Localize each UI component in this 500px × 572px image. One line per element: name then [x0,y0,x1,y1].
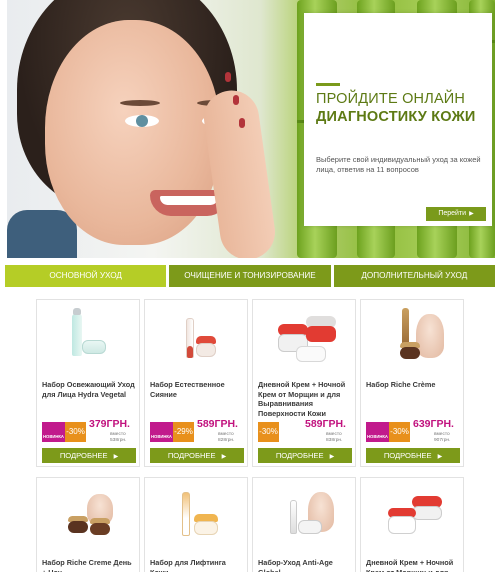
product-image [366,484,458,546]
product-card[interactable]: Дневной Крем + Ночной Крем от Морщин и д… [252,299,356,467]
promo-title: Пройдите онлайн диагностику кожи [316,90,488,126]
arrow-right-icon: ▶ [469,211,474,217]
product-price: 589ГРН. [197,418,238,430]
product-name: Набор Освежающий Уход для Лица Hydra Veg… [42,380,135,399]
product-card[interactable]: Набор Riche Creme День + Ноч... [36,477,140,572]
promo-title-line2: диагностику кожи [316,109,476,125]
details-label: ПОДРОБНЕЕ [383,451,432,460]
product-name: Дневной Крем + Ночной Крем от Морщин и д… [258,380,346,418]
product-image [258,484,350,546]
tab-basic-care[interactable]: Основной уход [5,265,167,287]
old-price: 538грн. [110,438,127,443]
go-button-label: Перейти [438,210,467,217]
new-badge: НОВИНКА [42,422,65,442]
arrow-right-icon: ▶ [437,454,443,460]
product-price: 639ГРН. [413,418,454,430]
product-card[interactable]: Набор-Уход Anti-Age Global [252,477,356,572]
model-photo [7,0,277,258]
tab-additional-care[interactable]: Дополнительный уход [333,265,495,287]
product-price: 589ГРН. [305,418,346,430]
new-badge: НОВИНКА [366,422,389,442]
go-button[interactable]: Перейти ▶ [426,207,486,221]
product-image [150,306,242,368]
details-label: ПОДРОБНЕЕ [59,451,108,460]
details-label: ПОДРОБНЕЕ [275,451,324,460]
arrow-right-icon: ▶ [329,454,335,460]
arrow-right-icon: ▶ [113,454,119,460]
product-name: Набор-Уход Anti-Age Global [258,558,333,572]
product-card[interactable]: Набор Освежающий Уход для Лица Hydra Veg… [36,299,140,467]
product-card[interactable]: Набор Riche Crème НОВИНКА -30% 639ГРН. в… [360,299,464,467]
arrow-right-icon: ▶ [221,454,227,460]
category-tabs: Основной уход Очищение и тонизирование Д… [5,265,495,287]
product-grid: Набор Освежающий Уход для Лица Hydra Veg… [36,299,464,572]
details-button[interactable]: ПОДРОБНЕЕ ▶ [42,448,136,463]
old-price: 907грн. [434,438,451,443]
product-name: Набор Естественное Сияние [150,380,225,399]
product-price: 379ГРН. [89,418,130,430]
promo-text: Выберите свой индивидуальный уход за кож… [316,155,481,174]
product-image [366,306,458,368]
details-label: ПОДРОБНЕЕ [167,451,216,460]
product-name: Набор для Лифтинга Кожи [150,558,226,572]
product-card[interactable]: Набор для Лифтинга Кожи [144,477,248,572]
diagnostic-promo: Пройдите онлайн диагностику кожи Выберит… [304,13,492,226]
product-image [42,484,134,546]
product-card[interactable]: Набор Естественное Сияние НОВИНКА -29% 5… [144,299,248,467]
tab-cleansing[interactable]: Очищение и тонизирование [169,265,331,287]
accent-bar [316,83,340,86]
product-name: Набор Riche Crème [366,380,436,389]
discount-badge: -29% [173,422,194,442]
discount-badge: -30% [65,422,86,442]
product-image [150,484,242,546]
product-card[interactable]: Дневной Крем + Ночной Крем от Морщин и д… [360,477,464,572]
details-button[interactable]: ПОДРОБНЕЕ ▶ [366,448,460,463]
discount-badge: -30% [389,422,410,442]
old-price: 828грн. [218,438,235,443]
details-button[interactable]: ПОДРОБНЕЕ ▶ [258,448,352,463]
discount-badge: -30% [258,422,279,442]
product-image [258,306,350,368]
product-image [42,306,134,368]
product-name: Набор Riche Creme День + Ноч... [42,558,132,572]
promo-title-line1: Пройдите онлайн [316,91,466,107]
product-name: Дневной Крем + Ночной Крем от Морщин и д… [366,558,454,572]
details-button[interactable]: ПОДРОБНЕЕ ▶ [150,448,244,463]
old-price: 838грн. [326,438,343,443]
new-badge: НОВИНКА [150,422,173,442]
hero-banner: Пройдите онлайн диагностику кожи Выберит… [7,0,495,258]
